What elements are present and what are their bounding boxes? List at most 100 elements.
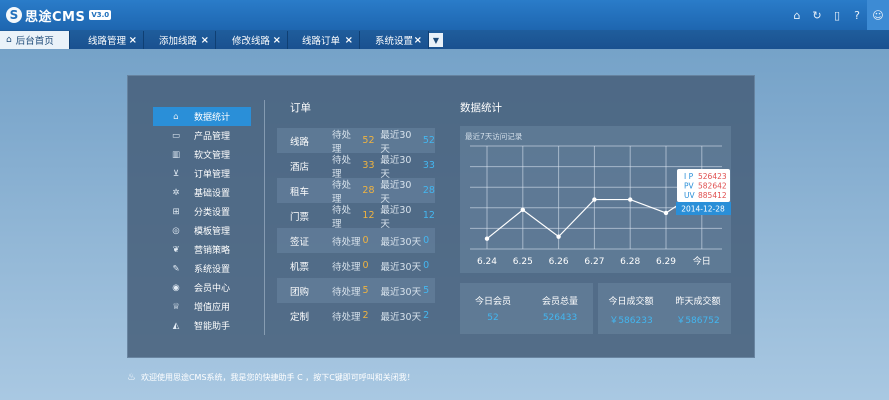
sidebar-item-system-settings[interactable]: ✎ 系统设置 [153,259,251,278]
yesterday-deals-cell: 昨天成交额 ￥586752 [665,283,731,334]
sidebar-item-label: 模板管理 [194,227,231,237]
pending-label: 待处理 [331,154,351,180]
wrench-icon: ✎ [172,263,180,274]
recent-label: 最近30天 [380,179,412,205]
sidebar-menu: ⌂ 数据统计 ▭ 产品管理 ▥ 软文管理 ⊻ 订单管理 ✲ 基础设置 ⊞ 分类设… [153,107,251,335]
close-icon[interactable]: × [129,35,137,46]
orders-list: 线路 待处理 52 最近30天 52 酒店 待处理 33 最近30天 33 租车 待处理 28 最近30天… [277,128,435,328]
data-point [663,210,669,216]
today-members-value: 52 [487,313,499,323]
recent-value: 33 [422,160,435,171]
sidebar-item-label: 营销策略 [194,246,231,256]
pending-value: 5 [362,285,369,296]
sidebar-item-label: 订单管理 [194,170,231,180]
pending-value: 28 [362,185,375,196]
compass-icon: ◎ [172,225,180,236]
today-members-cell: 今日会员 52 [460,283,526,334]
sidebar-item-marketing[interactable]: ❦ 营销策略 [153,240,251,259]
orders-title: 订单 [290,102,311,114]
pending-label: 待处理 [332,311,361,323]
order-row[interactable]: 机票 待处理 0 最近30天 0 [277,253,435,278]
sidebar-item-articles[interactable]: ▥ 软文管理 [153,145,251,164]
close-icon[interactable]: × [273,35,281,46]
tooltip-value: 582642 [698,182,727,191]
recent-value: 28 [422,185,435,196]
app-logo: S 思途CMS V3.0 [6,6,112,25]
recent-label: 最近30天 [380,311,422,323]
sidebar-item-orders[interactable]: ⊻ 订单管理 [153,164,251,183]
order-category: 签证 [290,236,310,248]
sidebar-item-products[interactable]: ▭ 产品管理 [153,126,251,145]
close-icon[interactable]: × [414,35,422,46]
logo-text: 思途CMS [25,9,86,25]
tab-route-manage[interactable]: 线路管理 × [72,31,144,49]
assistant-icon: ◭ [172,320,180,331]
x-tick-label: 6.28 [620,257,640,267]
tab-edit-route[interactable]: 修改线路 × [216,31,288,49]
order-category: 团购 [290,286,310,298]
home-icon: ⌂ [173,111,179,122]
home-icon[interactable]: ⌂ [787,0,807,30]
yesterday-deals-label: 昨天成交额 [675,297,721,307]
order-row[interactable]: 线路 待处理 52 最近30天 52 [277,128,435,155]
document-icon[interactable]: ▯ [827,0,847,30]
tab-home[interactable]: ⌂ 后台首页 [0,31,70,49]
pending-value: 33 [362,160,375,171]
tab-system-settings[interactable]: 系统设置 × [360,31,429,49]
pending-label: 待处理 [332,236,361,248]
recent-label: 最近30天 [380,154,412,180]
recent-value: 5 [423,285,430,296]
today-deals-value: ￥586233 [609,316,653,326]
tab-label: 添加线路 [159,36,198,47]
tab-label: 线路订单 [302,36,341,47]
close-icon[interactable]: × [345,35,353,46]
tooltip-value: 885412 [698,191,727,200]
today-deals-cell: 今日成交额 ￥586233 [598,283,664,334]
recent-value: 12 [422,210,435,221]
order-row[interactable]: 酒店 待处理 33 最近30天 33 [277,153,435,180]
location-icon: ◉ [172,282,180,293]
sidebar-item-assistant[interactable]: ◭ 智能助手 [153,316,251,335]
lightbulb-icon: ♨ [127,371,136,383]
tooltip-label: I P [684,172,694,181]
order-category: 机票 [290,261,310,273]
sidebar-item-basic-settings[interactable]: ✲ 基础设置 [153,183,251,202]
recent-label: 最近30天 [380,236,422,248]
sidebar-item-member-center[interactable]: ◉ 会员中心 [153,278,251,297]
tab-add-route[interactable]: 添加线路 × [144,31,216,49]
today-deals-label: 今日成交额 [608,297,654,307]
sidebar-item-categories[interactable]: ⊞ 分类设置 [153,202,251,221]
version-badge: V3.0 [89,10,112,20]
recent-label: 最近30天 [380,261,422,273]
help-icon[interactable]: ? [847,0,867,30]
sidebar-item-data-stats[interactable]: ⌂ 数据统计 [153,107,251,126]
total-members-label: 会员总量 [541,297,578,307]
gear-icon: ✲ [172,187,180,198]
pending-label: 待处理 [332,261,361,273]
sidebar-item-value-added[interactable]: ♕ 增值应用 [153,297,251,316]
order-row[interactable]: 租车 待处理 28 最近30天 28 [277,178,435,205]
tab-route-orders[interactable]: 线路订单 × [288,31,360,49]
order-row[interactable]: 团购 待处理 5 最近30天 5 [277,278,435,303]
close-icon[interactable]: × [201,35,209,46]
pending-label: 待处理 [332,286,361,298]
tooltip-value: 526423 [698,172,727,181]
pending-label: 待处理 [331,204,351,230]
refresh-icon[interactable]: ↻ [807,0,827,30]
stats-title: 数据统计 [460,102,502,114]
order-row[interactable]: 定制 待处理 2 最近30天 2 [277,303,435,328]
order-category: 定制 [290,311,310,323]
yesterday-deals-value: ￥586752 [676,316,720,326]
user-icon[interactable]: ☺ [867,0,889,30]
tab-more-button[interactable]: ▼ [429,33,443,47]
pending-label: 待处理 [331,179,351,205]
order-row[interactable]: 签证 待处理 0 最近30天 0 [277,228,435,253]
sidebar-item-templates[interactable]: ◎ 模板管理 [153,221,251,240]
order-row[interactable]: 门票 待处理 12 最近30天 12 [277,203,435,230]
x-tick-label: 6.24 [477,257,497,267]
assistant-hint: ♨ 欢迎使用思途CMS系统，我是您的快捷助手 C ，按下C键即可呼叫和关闭我！ [127,368,415,386]
data-point [484,236,490,241]
sidebar-item-label: 系统设置 [194,265,231,275]
logo-mark: S [6,7,22,23]
sidebar-item-label: 分类设置 [194,208,231,218]
